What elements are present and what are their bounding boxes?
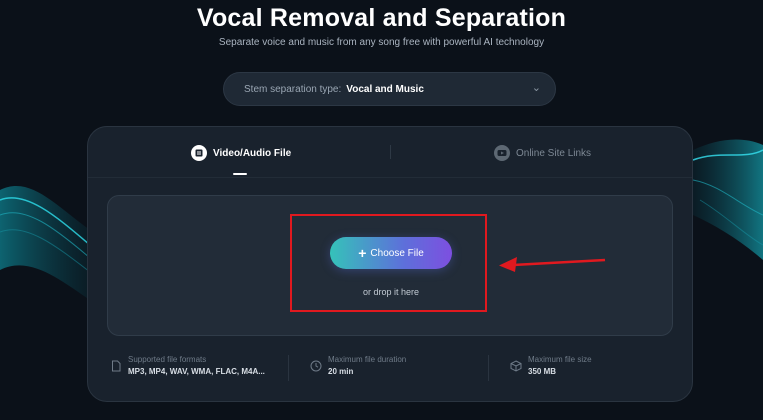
stem-separation-select[interactable]: Stem separation type: Vocal and Music ⌄ — [223, 72, 556, 106]
tab-online-site-links[interactable]: Online Site Links — [494, 145, 591, 161]
info-label: Maximum file duration — [328, 355, 407, 364]
info-duration: Maximum file duration 20 min — [310, 355, 406, 376]
info-formats: Supported file formats MP3, MP4, WAV, WM… — [110, 355, 265, 376]
info-label: Supported file formats — [128, 355, 207, 364]
drop-hint: or drop it here — [362, 287, 420, 297]
stem-select-label: Stem separation type: — [244, 83, 342, 95]
file-outline-icon — [112, 360, 121, 372]
info-divider — [288, 355, 289, 381]
stem-select-value: Vocal and Music — [346, 83, 424, 95]
info-size: Maximum file size 350 MB — [510, 355, 592, 376]
youtube-icon — [494, 145, 510, 161]
cube-icon — [510, 360, 522, 372]
annotation-arrow-icon — [499, 257, 606, 272]
page-subtitle: Separate voice and music from any song f… — [218, 37, 545, 48]
tab-label: Video/Audio File — [213, 147, 292, 159]
active-tab-indicator — [233, 173, 247, 175]
info-divider — [488, 355, 489, 381]
tab-label: Online Site Links — [516, 147, 592, 159]
file-icon — [191, 145, 207, 161]
info-value: MP3, MP4, WAV, WMA, FLAC, M4A... — [128, 367, 265, 376]
choose-file-label: Choose File — [370, 247, 424, 259]
chevron-down-icon: ⌄ — [531, 82, 541, 94]
info-value: 350 MB — [528, 367, 557, 376]
choose-file-button[interactable]: + Choose File — [330, 237, 452, 269]
tab-divider — [390, 145, 391, 159]
page-title: Vocal Removal and Separation — [196, 4, 567, 32]
plus-icon: + — [358, 245, 367, 261]
tab-header-divider — [88, 177, 692, 178]
tab-video-audio-file[interactable]: Video/Audio File — [191, 145, 291, 161]
info-value: 20 min — [328, 367, 354, 376]
clock-icon — [310, 360, 322, 372]
info-label: Maximum file size — [528, 355, 592, 364]
